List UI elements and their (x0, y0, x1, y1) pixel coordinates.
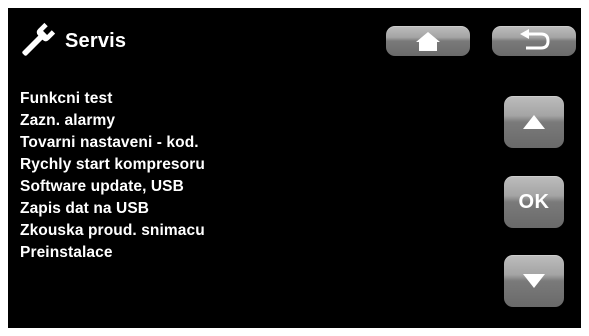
back-icon (520, 29, 550, 50)
arrow-up-icon (523, 115, 545, 129)
menu-item-zkouska-snimacu[interactable]: Zkouska proud. snimacu (20, 220, 205, 242)
page-title: Servis (65, 30, 127, 52)
scroll-down-button[interactable] (504, 255, 564, 307)
menu-item-zapis-dat[interactable]: Zapis dat na USB (20, 198, 205, 220)
screen: Servis Funkcni test Zazn. alarmy Tovarni… (8, 8, 581, 328)
scroll-up-button[interactable] (504, 96, 564, 148)
home-icon (416, 32, 440, 51)
ok-label: OK (518, 190, 550, 213)
menu-item-rychly-start[interactable]: Rychly start kompresoru (20, 154, 205, 176)
back-button[interactable] (492, 26, 576, 56)
menu-item-preinstalace[interactable]: Preinstalace (20, 242, 205, 264)
menu-item-software-update[interactable]: Software update, USB (20, 176, 205, 198)
menu-item-funkcni-test[interactable]: Funkcni test (20, 88, 205, 110)
service-menu: Funkcni test Zazn. alarmy Tovarni nastav… (20, 88, 205, 264)
ok-button[interactable]: OK (504, 176, 564, 228)
arrow-down-icon (523, 274, 545, 288)
menu-item-zazn-alarmy[interactable]: Zazn. alarmy (20, 110, 205, 132)
menu-item-tovarni-nastaveni[interactable]: Tovarni nastaveni - kod. (20, 132, 205, 154)
home-button[interactable] (386, 26, 470, 56)
wrench-icon (22, 22, 56, 56)
